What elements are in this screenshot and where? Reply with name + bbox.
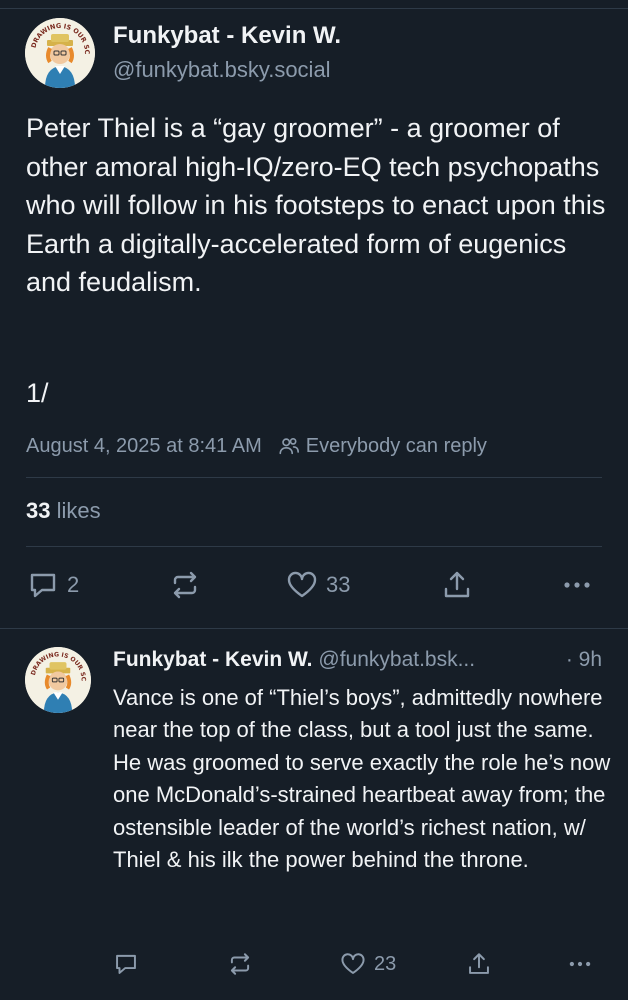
repost-arrows-icon bbox=[169, 569, 201, 601]
reply-text: Vance is one of “Thiel’s boys”, admitted… bbox=[113, 685, 611, 873]
thread-index: 1/ bbox=[26, 378, 49, 408]
author-handle[interactable]: @funkybat.bsky.social bbox=[113, 57, 331, 83]
author-avatar[interactable]: DRAWING IS OUR SCOPE bbox=[25, 18, 95, 88]
share-upload-icon bbox=[466, 951, 492, 977]
top-divider bbox=[0, 8, 628, 9]
reply-count: 2 bbox=[67, 572, 80, 597]
reply-time-value: 9h bbox=[578, 648, 602, 671]
post-timestamp[interactable]: August 4, 2025 at 8:41 AM bbox=[26, 435, 262, 458]
reply-share-button[interactable] bbox=[466, 951, 492, 977]
divider bbox=[26, 546, 602, 547]
reply-author-avatar[interactable]: DRAWING IS OUR SCOPE bbox=[25, 647, 91, 713]
reply-author-handle[interactable]: @funkybat.bsk... bbox=[318, 648, 475, 671]
reply-repost-button[interactable] bbox=[227, 951, 253, 977]
people-icon bbox=[278, 435, 300, 457]
likes-summary[interactable]: 33 likes bbox=[26, 498, 101, 524]
reply-time[interactable]: · 9h bbox=[566, 648, 602, 672]
reply-like-button[interactable]: 23 bbox=[340, 951, 396, 977]
reply-header: Funkybat - Kevin W. @funkybat.bsk... bbox=[113, 648, 605, 672]
heart-icon bbox=[340, 951, 366, 977]
speech-bubble-icon bbox=[27, 569, 59, 601]
speech-bubble-icon bbox=[113, 951, 139, 977]
heart-icon bbox=[286, 569, 318, 601]
repost-arrows-icon bbox=[227, 951, 253, 977]
reply-more-options-button[interactable] bbox=[567, 951, 593, 977]
more-options-button[interactable] bbox=[561, 569, 593, 601]
like-count: 33 bbox=[326, 572, 351, 597]
thread-divider bbox=[0, 628, 628, 629]
like-button[interactable]: 33 bbox=[286, 569, 350, 601]
share-button[interactable] bbox=[441, 569, 473, 601]
likes-label-text: likes bbox=[56, 498, 101, 523]
reply-author-name[interactable]: Funkybat - Kevin W. bbox=[113, 648, 313, 671]
reply-time-separator: · bbox=[565, 648, 579, 671]
more-dots-icon bbox=[561, 569, 593, 601]
author-name[interactable]: Funkybat - Kevin W. bbox=[113, 22, 341, 50]
reply-like-count: 23 bbox=[374, 952, 397, 975]
post-text: Peter Thiel is a “gay groomer” - a groom… bbox=[26, 113, 613, 298]
reply-reply-button[interactable] bbox=[113, 951, 139, 977]
share-upload-icon bbox=[441, 569, 473, 601]
repost-button[interactable] bbox=[169, 569, 201, 601]
likes-count: 33 bbox=[26, 498, 51, 523]
reply-setting-label[interactable]: Everybody can reply bbox=[306, 435, 487, 458]
more-dots-icon bbox=[567, 951, 593, 977]
divider bbox=[26, 477, 602, 478]
post-meta-row: August 4, 2025 at 8:41 AM Everybody can … bbox=[26, 431, 487, 461]
reply-button[interactable]: 2 bbox=[27, 569, 79, 601]
